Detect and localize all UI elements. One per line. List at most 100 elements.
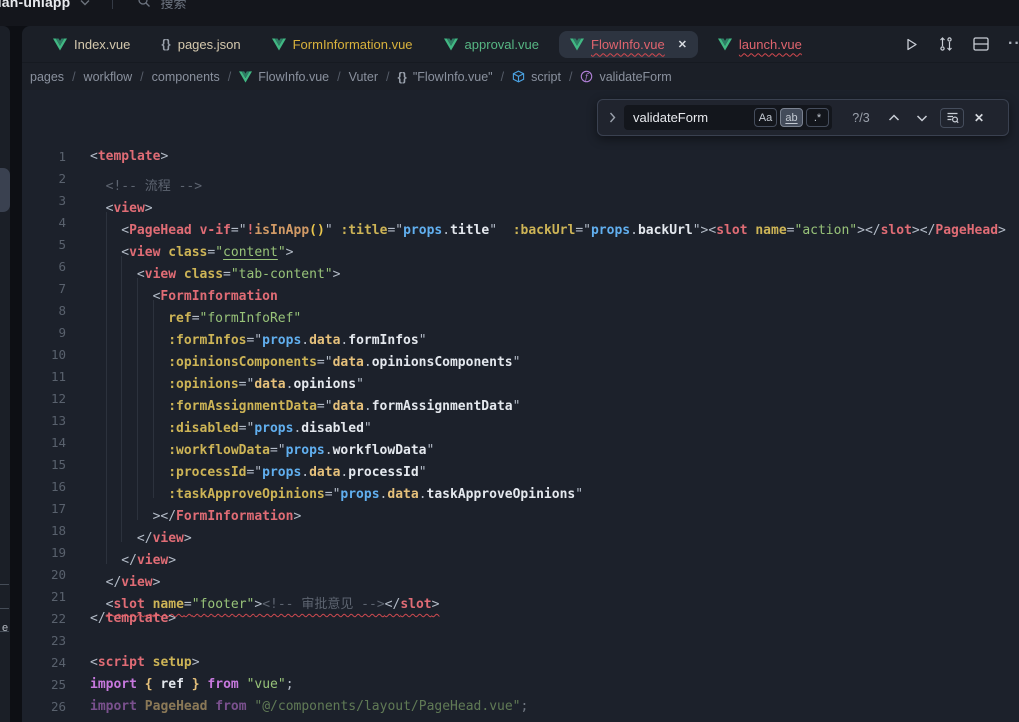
- line-number[interactable]: 5: [22, 234, 66, 256]
- sidebar-divider: [0, 608, 9, 609]
- vue-icon: [444, 38, 458, 51]
- breadcrumb-item-validateform[interactable]: fvalidateForm: [580, 70, 671, 84]
- code-editor[interactable]: validateForm Aa ab .* ?/3: [22, 90, 1019, 722]
- indent-guide: [137, 344, 153, 366]
- tab-approval-vue[interactable]: approval.vue: [433, 31, 550, 58]
- tab-flowinfo-vue[interactable]: FlowInfo.vue✕: [559, 31, 698, 58]
- line-number[interactable]: 25: [22, 674, 66, 696]
- line-number[interactable]: 12: [22, 388, 66, 410]
- divider: [112, 0, 113, 9]
- code-line-1: 1<template>: [22, 146, 1019, 168]
- chevron-down-icon[interactable]: [80, 0, 90, 11]
- breadcrumb-label: pages: [30, 70, 64, 84]
- indent-guide: [121, 300, 137, 322]
- sidebar-text-fragment: e: [2, 622, 8, 634]
- next-match-icon[interactable]: [916, 109, 928, 127]
- breadcrumb-item-components[interactable]: components: [152, 70, 220, 84]
- breadcrumb-item--flowinfo-vue-[interactable]: {}"FlowInfo.vue": [398, 70, 493, 84]
- line-number[interactable]: 3: [22, 190, 66, 212]
- find-input[interactable]: validateForm Aa ab .*: [624, 105, 832, 130]
- breadcrumb-item-workflow[interactable]: workflow: [84, 70, 133, 84]
- editor-panel: Index.vue {}pages.json FormInformation.vue…: [22, 26, 1019, 722]
- find-query[interactable]: validateForm: [633, 110, 751, 125]
- indent-guide: [137, 410, 153, 432]
- indent-guide: [106, 234, 122, 256]
- split-editor-icon[interactable]: [973, 37, 989, 51]
- breadcrumb-item-script[interactable]: script: [512, 70, 561, 84]
- line-number[interactable]: 7: [22, 278, 66, 300]
- line-number[interactable]: 10: [22, 344, 66, 366]
- line-number[interactable]: 14: [22, 432, 66, 454]
- line-content: <!-- 流程 -->: [90, 168, 202, 190]
- line-number[interactable]: 6: [22, 256, 66, 278]
- indent-guide: [90, 542, 106, 564]
- breadcrumb-item-pages[interactable]: pages: [30, 70, 64, 84]
- tab-launch-vue[interactable]: launch.vue: [707, 31, 813, 58]
- code-line-16: 16:taskApproveOpinions="props.data.taskA…: [22, 476, 1019, 498]
- indent-guide: [106, 498, 122, 520]
- code-line-22: 22</template>: [22, 608, 1019, 630]
- tab-pages-json[interactable]: {}pages.json: [150, 31, 251, 58]
- indent-guide: [90, 366, 106, 388]
- code-line-25: 25import { ref } from "vue";: [22, 674, 1019, 696]
- close-find-icon[interactable]: ✕: [974, 111, 984, 125]
- indent-guide: [153, 300, 169, 322]
- regex-button[interactable]: .*: [806, 108, 829, 127]
- indent-guide: [90, 520, 106, 542]
- line-number[interactable]: 21: [22, 586, 66, 608]
- line-content: <slot name="footer"><!-- 审批意见 --></slot>: [90, 586, 439, 608]
- line-number[interactable]: 26: [22, 696, 66, 718]
- tab-index-vue[interactable]: Index.vue: [42, 31, 141, 58]
- tab-forminformation-vue[interactable]: FormInformation.vue: [261, 31, 424, 58]
- line-number[interactable]: 18: [22, 520, 66, 542]
- line-number[interactable]: 8: [22, 300, 66, 322]
- line-number[interactable]: 24: [22, 652, 66, 674]
- line-number[interactable]: 4: [22, 212, 66, 234]
- breadcrumb-item-flowinfo-vue[interactable]: FlowInfo.vue: [239, 70, 329, 84]
- indent-guide: [90, 212, 106, 234]
- match-case-button[interactable]: Aa: [754, 108, 777, 127]
- line-number[interactable]: 1: [22, 146, 66, 168]
- line-number[interactable]: 23: [22, 630, 66, 652]
- breadcrumb-separator: /: [501, 70, 504, 84]
- run-icon[interactable]: [904, 37, 919, 52]
- global-search[interactable]: 搜索: [137, 0, 186, 12]
- line-number[interactable]: 16: [22, 476, 66, 498]
- close-tab-icon[interactable]: ✕: [678, 38, 687, 51]
- line-number[interactable]: 15: [22, 454, 66, 476]
- line-number[interactable]: 22: [22, 608, 66, 630]
- breadcrumb-label: Vuter: [349, 70, 378, 84]
- line-number[interactable]: 2: [22, 168, 66, 190]
- line-content: </view>: [90, 520, 192, 542]
- breadcrumb: pages/workflow/components/FlowInfo.vue/V…: [22, 62, 1019, 90]
- indent-guide: [121, 454, 137, 476]
- indent-guide: [153, 344, 169, 366]
- tab-label: launch.vue: [739, 37, 802, 52]
- vue-icon: [718, 38, 732, 51]
- line-number[interactable]: 13: [22, 410, 66, 432]
- find-in-selection-button[interactable]: [940, 108, 964, 128]
- line-content: :opinionsComponents="data.opinionsCompon…: [90, 344, 520, 366]
- line-number[interactable]: 19: [22, 542, 66, 564]
- toggle-replace-icon[interactable]: [604, 112, 620, 123]
- indent-guide: [90, 564, 106, 586]
- line-number[interactable]: 11: [22, 366, 66, 388]
- whole-word-button[interactable]: ab: [780, 108, 803, 127]
- line-content: :processId="props.data.processId": [90, 454, 427, 476]
- previous-match-icon[interactable]: [888, 109, 900, 127]
- line-content: ></FormInformation>: [90, 498, 301, 520]
- title-bar: dan-uniapp 搜索: [0, 0, 1019, 26]
- line-number[interactable]: 20: [22, 564, 66, 586]
- breadcrumb-item-vuter[interactable]: Vuter: [349, 70, 378, 84]
- line-number[interactable]: 17: [22, 498, 66, 520]
- project-name[interactable]: dan-uniapp: [0, 0, 70, 10]
- line-number[interactable]: 9: [22, 322, 66, 344]
- editor-actions: ···: [904, 26, 1019, 62]
- more-actions-icon[interactable]: ···: [1008, 35, 1019, 53]
- compare-changes-icon[interactable]: [938, 36, 954, 52]
- sidebar-item-highlight[interactable]: [0, 168, 10, 212]
- indent-guide: [90, 432, 106, 454]
- line-content: :disabled="props.disabled": [90, 410, 372, 432]
- indent-guide: [106, 520, 122, 542]
- sidebar-sliver: e: [0, 26, 10, 722]
